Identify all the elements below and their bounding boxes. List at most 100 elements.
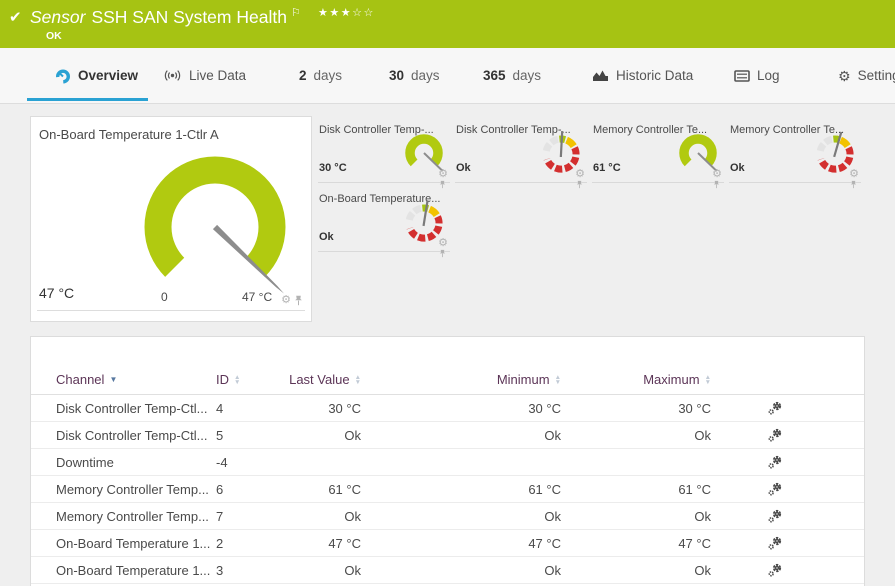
pin-icon[interactable]: [713, 180, 720, 189]
flag-icon[interactable]: ⚐: [291, 7, 301, 19]
channel-table-header: Channel ▼ ID ▲▼ Last Value ▲▼ Minimum ▲▼…: [31, 365, 864, 395]
pin-icon[interactable]: [850, 180, 857, 189]
gauge-scale-min: 0: [161, 290, 168, 304]
gear-icon[interactable]: ⚙: [438, 238, 448, 249]
tab-settings-label: Settings: [858, 68, 895, 83]
cell-channel: On-Board Temperature 1...: [56, 563, 216, 578]
cell-channel: Downtime: [56, 455, 216, 470]
cell-channel: On-Board Temperature 1...: [56, 536, 216, 551]
gauge-tile[interactable]: Disk Controller Temp-... 30 °C ⚙: [318, 119, 450, 183]
channel-table-body: Disk Controller Temp-Ctl... 4 30 °C 30 °…: [31, 395, 864, 584]
settings-gear-icon: ⚙: [838, 69, 851, 83]
tab-30-days-unit: days: [411, 68, 440, 83]
cell-maximum: 47 °C: [561, 536, 711, 551]
tab-2-days[interactable]: 2 days: [299, 48, 342, 103]
cell-id: 3: [216, 563, 276, 578]
sensor-title: SensorSSH SAN System Health⚐: [30, 6, 301, 28]
gauge-card-tools: ⚙: [281, 295, 303, 306]
primary-gauge-card[interactable]: On-Board Temperature 1-Ctlr A 47 °C 0 47…: [30, 116, 312, 322]
gauge-tile[interactable]: Memory Controller Te... Ok ⚙: [729, 119, 861, 183]
gauge-tile-value: Ok: [319, 231, 334, 243]
gauge-tile-value: Ok: [456, 162, 471, 174]
channel-settings-gears-icon[interactable]: [766, 427, 784, 444]
pin-icon[interactable]: [294, 295, 303, 306]
cell-last-value: Ok: [276, 428, 361, 443]
channel-settings-gears-icon[interactable]: [766, 400, 784, 417]
gauge-scale-max: 47 °C: [242, 290, 272, 304]
tab-30-days[interactable]: 30 days: [389, 48, 440, 103]
tab-historic-data-label: Historic Data: [616, 68, 693, 83]
cell-maximum: Ok: [561, 509, 711, 524]
tab-log-label: Log: [757, 68, 780, 83]
gauge-tile-tools: ⚙: [438, 169, 448, 180]
cell-id: 7: [216, 509, 276, 524]
tab-2-days-num: 2: [299, 68, 307, 83]
cell-last-value: Ok: [276, 509, 361, 524]
table-row: Disk Controller Temp-Ctl... 5 Ok Ok Ok: [31, 422, 864, 449]
tab-live-data[interactable]: Live Data: [163, 48, 246, 103]
priority-stars[interactable]: ★★★☆☆: [318, 6, 375, 19]
col-header-id[interactable]: ID ▲▼: [216, 372, 276, 387]
gauge-tile[interactable]: Disk Controller Temp-... Ok ⚙: [455, 119, 587, 183]
cell-minimum: Ok: [361, 563, 561, 578]
table-row: Disk Controller Temp-Ctl... 4 30 °C 30 °…: [31, 395, 864, 422]
channel-settings-gears-icon[interactable]: [766, 535, 784, 552]
channel-settings-gears-icon[interactable]: [766, 562, 784, 579]
gear-icon[interactable]: ⚙: [849, 169, 859, 180]
cell-maximum: 30 °C: [561, 401, 711, 416]
col-header-channel[interactable]: Channel ▼: [56, 372, 216, 387]
gear-icon[interactable]: ⚙: [575, 169, 585, 180]
cell-maximum: Ok: [561, 563, 711, 578]
pin-icon[interactable]: [576, 180, 583, 189]
gauge-tile-value: 61 °C: [593, 162, 621, 174]
sensor-header: ✔ SensorSSH SAN System Health⚐ ★★★☆☆ OK: [0, 0, 895, 48]
pin-icon[interactable]: [439, 249, 446, 258]
active-tab-underline: [27, 98, 148, 101]
cell-id: -4: [216, 455, 276, 470]
gauge-tile-tools: ⚙: [849, 169, 859, 180]
col-header-maximum[interactable]: Maximum ▲▼: [561, 372, 711, 387]
sort-icon: ▲▼: [234, 375, 240, 385]
tab-bar: Overview Live Data 2 days 30 days 365 da…: [0, 48, 895, 104]
tab-log[interactable]: Log: [734, 48, 780, 103]
gear-icon[interactable]: ⚙: [281, 295, 291, 306]
channel-settings-gears-icon[interactable]: [766, 481, 784, 498]
table-row: On-Board Temperature 1... 3 Ok Ok Ok: [31, 557, 864, 584]
cell-minimum: Ok: [361, 509, 561, 524]
channel-settings-gears-icon[interactable]: [766, 454, 784, 471]
gauge-tile[interactable]: On-Board Temperature... Ok ⚙: [318, 188, 450, 252]
cell-last-value: Ok: [276, 563, 361, 578]
sensor-title-prefix: Sensor: [30, 7, 85, 27]
cell-last-value: 30 °C: [276, 401, 361, 416]
sort-icon: ▲▼: [705, 375, 711, 385]
divider: [37, 310, 305, 311]
prtg-sensor-page: ✔ SensorSSH SAN System Health⚐ ★★★☆☆ OK …: [0, 0, 895, 586]
tab-historic-data[interactable]: Historic Data: [592, 48, 693, 103]
tab-365-days-num: 365: [483, 68, 506, 83]
tab-overview[interactable]: Overview: [55, 48, 138, 103]
tab-settings[interactable]: ⚙ Settings: [838, 48, 895, 103]
col-header-minimum[interactable]: Minimum ▲▼: [361, 372, 561, 387]
cell-channel: Disk Controller Temp-Ctl...: [56, 428, 216, 443]
gauge-tile-value: Ok: [730, 162, 745, 174]
cell-id: 2: [216, 536, 276, 551]
gauge-tile[interactable]: Memory Controller Te... 61 °C ⚙: [592, 119, 724, 183]
cell-id: 5: [216, 428, 276, 443]
status-badge: OK: [46, 30, 62, 42]
col-header-last-value[interactable]: Last Value ▲▼: [276, 372, 361, 387]
cell-channel: Disk Controller Temp-Ctl...: [56, 401, 216, 416]
gear-icon[interactable]: ⚙: [712, 169, 722, 180]
channel-settings-gears-icon[interactable]: [766, 508, 784, 525]
tab-365-days[interactable]: 365 days: [483, 48, 541, 103]
area-chart-icon: [592, 69, 609, 82]
cell-minimum: Ok: [361, 428, 561, 443]
table-row: On-Board Temperature 1... 2 47 °C 47 °C …: [31, 530, 864, 557]
cell-minimum: 61 °C: [361, 482, 561, 497]
channel-table: Channel ▼ ID ▲▼ Last Value ▲▼ Minimum ▲▼…: [31, 365, 864, 584]
small-gauge-tiles: Disk Controller Temp-... 30 °C ⚙ Disk Co…: [318, 119, 874, 252]
gear-icon[interactable]: ⚙: [438, 169, 448, 180]
primary-gauge-value: 47 °C: [39, 285, 74, 301]
cell-maximum: Ok: [561, 428, 711, 443]
cell-channel: Memory Controller Temp...: [56, 482, 216, 497]
gauge-tile-tools: ⚙: [438, 238, 448, 249]
